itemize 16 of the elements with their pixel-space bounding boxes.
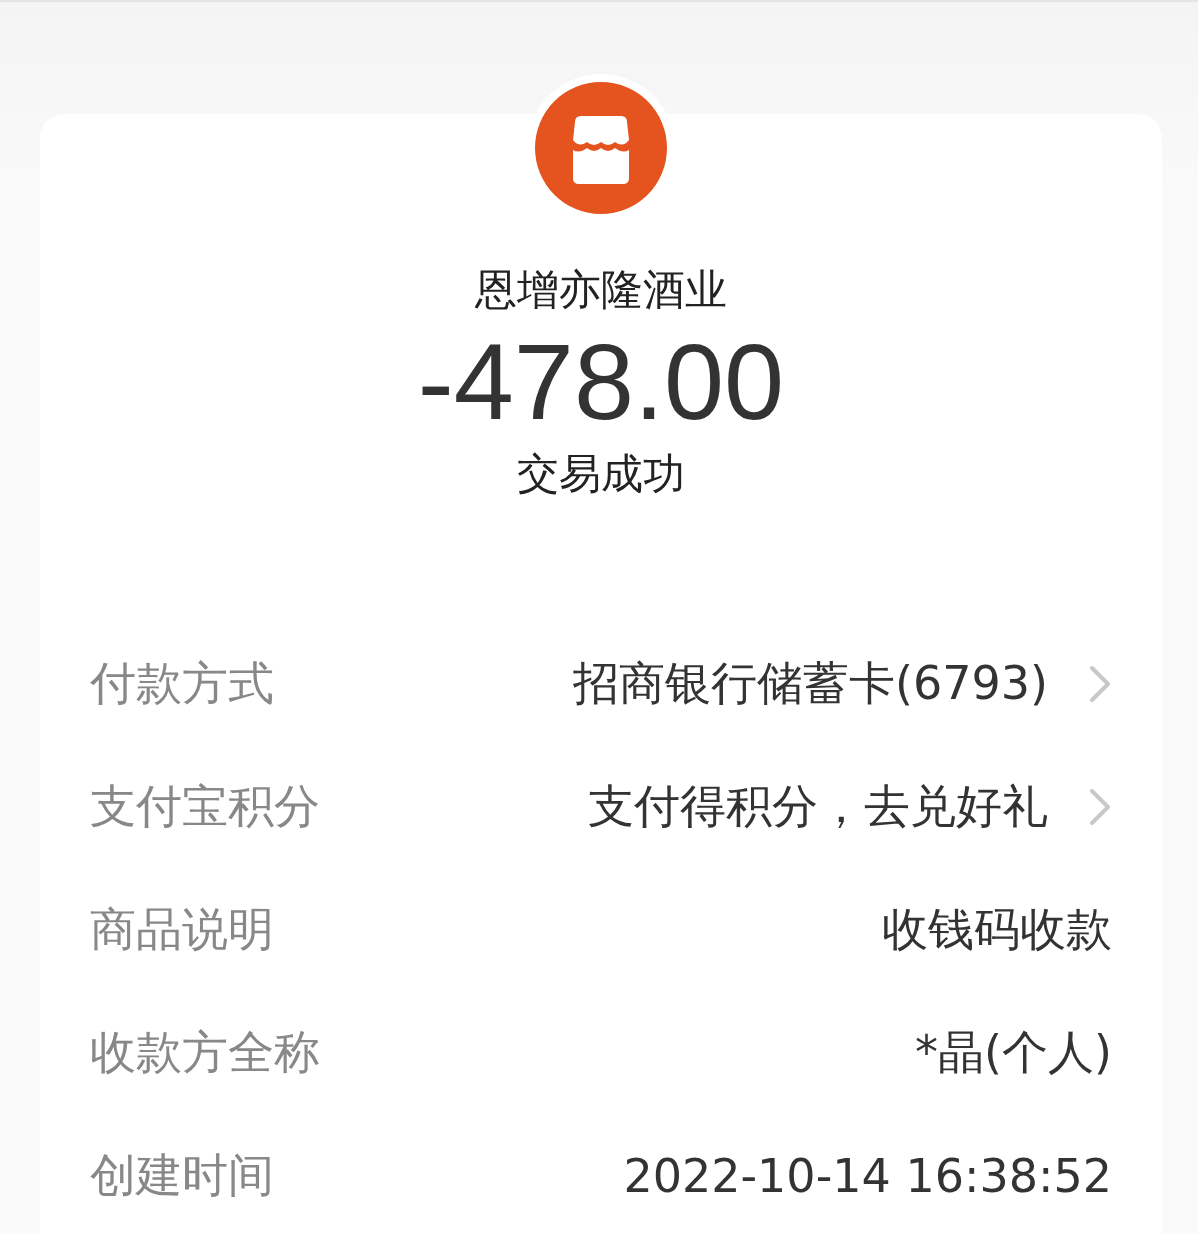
detail-label: 收款方全称 (90, 1023, 320, 1081)
detail-label: 支付宝积分 (90, 777, 320, 835)
chevron-right-icon[interactable] (1088, 786, 1112, 827)
detail-label: 商品说明 (90, 900, 274, 958)
shop-icon (535, 82, 667, 214)
detail-value: 2022-10-14 16:38:52 (623, 1148, 1112, 1203)
detail-label: 付款方式 (90, 654, 274, 712)
detail-value: 收钱码收款 (882, 900, 1112, 958)
detail-label: 创建时间 (90, 1146, 274, 1204)
detail-value[interactable]: 支付得积分，去兑好礼 (588, 775, 1048, 838)
detail-value: *晶(个人) (915, 1023, 1112, 1081)
amount: -478.00 (417, 322, 785, 442)
detail-value[interactable]: 招商银行储蓄卡(6793) (573, 652, 1048, 715)
transaction-status: 交易成功 (517, 448, 685, 500)
chevron-right-icon[interactable] (1088, 663, 1112, 704)
merchant-name: 恩增亦隆酒业 (475, 264, 727, 316)
